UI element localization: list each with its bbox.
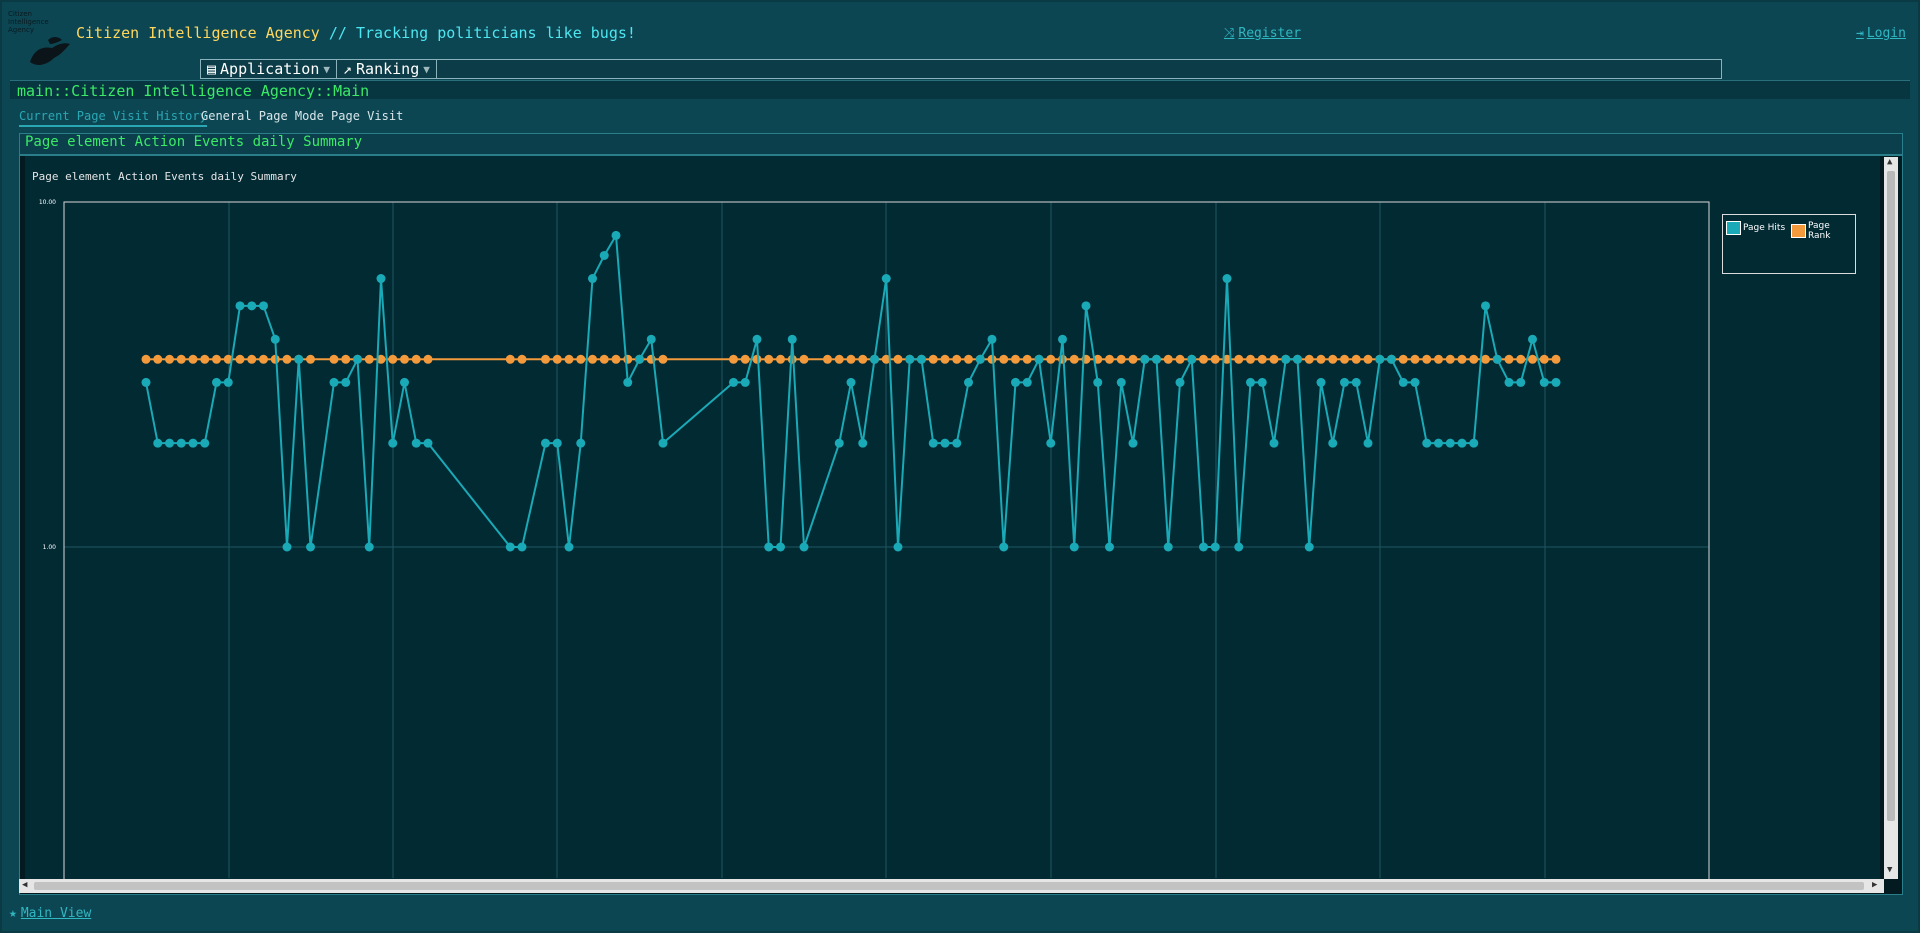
menu-ranking-label: Ranking (356, 60, 420, 78)
menu-application[interactable]: ▤ Application ▼ (201, 60, 337, 78)
legend-page-hits[interactable]: Page Hits (1726, 221, 1785, 235)
chevron-down-icon: ▼ (323, 62, 330, 76)
legend-label-page-rank: Page Rank (1807, 221, 1831, 241)
register-label: Register (1238, 26, 1302, 41)
main-menu-bar: ▤ Application ▼ ↗ Ranking ▼ (200, 59, 1722, 79)
main-view-link[interactable]: Main View (21, 906, 91, 921)
title-separator: // (319, 24, 356, 42)
title-tagline: Tracking politicians like bugs! (355, 24, 636, 42)
register-link[interactable]: ⤨ Register (1224, 26, 1301, 41)
scroll-right-arrow-icon[interactable]: ▶ (1872, 880, 1877, 890)
agency-logo[interactable]: Citizen Intelligence Agency (8, 10, 72, 70)
legend-page-rank[interactable]: Page Rank (1791, 221, 1855, 241)
footer-main-view[interactable]: ★ Main View (9, 906, 91, 921)
login-label: Login (1866, 26, 1906, 41)
sign-in-icon: ⇥ (1856, 26, 1864, 41)
chevron-down-icon: ▼ (423, 62, 430, 76)
menu-ranking[interactable]: ↗ Ranking ▼ (337, 60, 437, 78)
star-icon: ★ (9, 906, 17, 921)
document-icon: ▤ (207, 60, 217, 78)
site-title: Citizen Intelligence Agency // Tracking … (76, 24, 636, 42)
vertical-scroll-thumb[interactable] (1887, 171, 1895, 821)
login-link[interactable]: ⇥ Login (1856, 26, 1906, 41)
tab-current-page-visit-history[interactable]: Current Page Visit History (19, 109, 207, 127)
chart-title: Page element Action Events daily Summary (32, 170, 297, 183)
scroll-left-arrow-icon[interactable]: ◀ (22, 880, 27, 890)
legend-swatch-page-hits (1726, 221, 1741, 235)
vertical-scrollbar[interactable]: ▲ ▼ (1884, 157, 1898, 879)
tab-general-page-mode-page-visit[interactable]: General Page Mode Page Visit (201, 109, 403, 123)
chart-card (25, 156, 1880, 880)
chart-legend: Page Hits Page Rank (1722, 214, 1856, 274)
breadcrumb: main::Citizen Intelligence Agency::Main (17, 82, 370, 100)
line-chart-icon: ↗ (343, 60, 353, 78)
legend-swatch-page-rank (1791, 224, 1806, 238)
chart-scroll-area[interactable] (19, 155, 1903, 895)
eagle-icon (30, 37, 70, 65)
menu-application-label: Application (220, 60, 320, 78)
panel-title: Page element Action Events daily Summary (25, 134, 363, 150)
shuffle-icon: ⤨ (1224, 26, 1235, 41)
legend-label-page-hits: Page Hits (1743, 223, 1786, 233)
horizontal-scroll-thumb[interactable] (34, 882, 1864, 890)
title-main: Citizen Intelligence Agency (76, 24, 320, 42)
scroll-down-arrow-icon[interactable]: ▼ (1887, 865, 1892, 875)
scroll-up-arrow-icon[interactable]: ▲ (1887, 157, 1892, 167)
horizontal-scrollbar[interactable]: ◀ ▶ (19, 879, 1884, 893)
